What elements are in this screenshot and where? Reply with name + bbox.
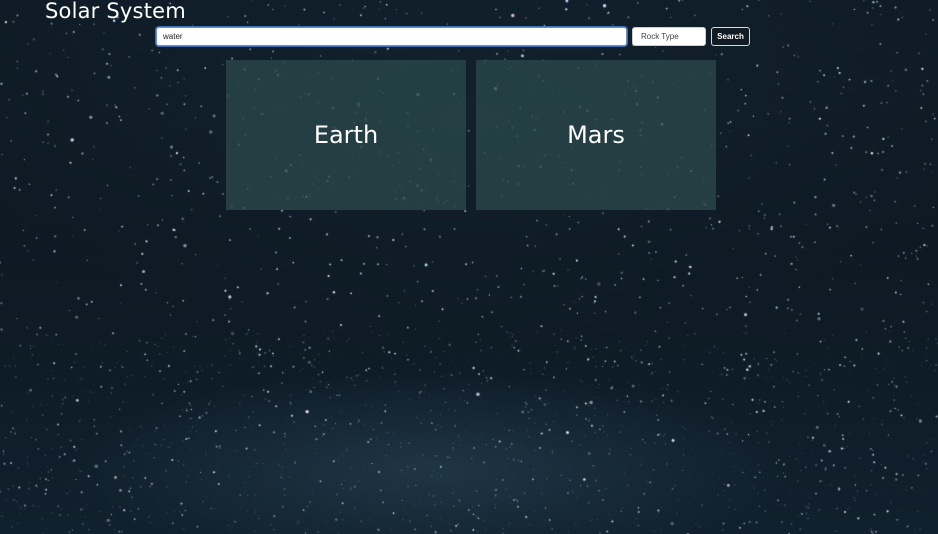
site-title: Solar System — [45, 0, 186, 23]
search-bar: Rock Type Search — [156, 27, 751, 48]
rock-type-select[interactable]: Rock Type — [632, 27, 706, 46]
planet-name: Mars — [567, 121, 625, 149]
planet-name: Earth — [313, 121, 379, 149]
planet-card-earth[interactable]: Earth — [226, 60, 466, 210]
starfield-background — [0, 0, 938, 534]
planet-card-mars[interactable]: Mars — [476, 60, 716, 210]
search-input[interactable] — [156, 27, 627, 46]
search-button[interactable]: Search — [711, 27, 750, 46]
